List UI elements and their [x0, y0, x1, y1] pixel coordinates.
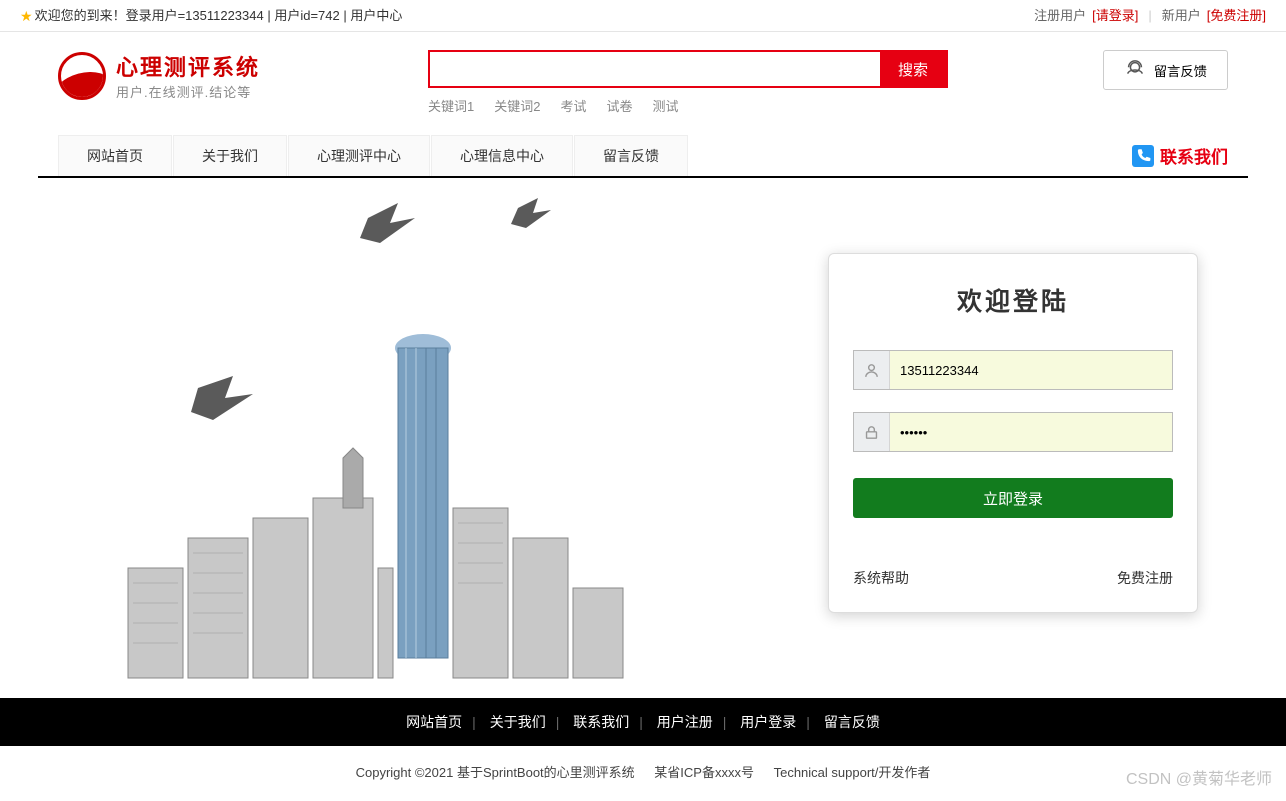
icp-text: 某省ICP备xxxx号 — [654, 765, 754, 780]
login-title: 欢迎登陆 — [853, 282, 1173, 318]
contact-us-link[interactable]: 联系我们 — [1132, 143, 1228, 168]
footer-nav: 网站首页| 关于我们| 联系我们| 用户注册| 用户登录| 留言反馈 — [0, 698, 1286, 746]
footer-link-feedback[interactable]: 留言反馈 — [824, 714, 880, 730]
contact-label: 联系我们 — [1160, 143, 1228, 168]
tech-support-text: Technical support/开发作者 — [774, 765, 931, 780]
logo-title: 心理测评系统 — [116, 50, 260, 82]
login-links: 系统帮助 免费注册 — [853, 568, 1173, 588]
nav-assessment[interactable]: 心理测评中心 — [288, 135, 430, 176]
username-group — [853, 350, 1173, 390]
star-icon: ★ — [20, 0, 33, 32]
footer-link-about[interactable]: 关于我们 — [490, 714, 546, 730]
topbar-right: 注册用户 [请登录] | 新用户 [免费注册] — [1034, 0, 1266, 31]
search-input[interactable] — [430, 52, 880, 86]
footer-link-register[interactable]: 用户注册 — [657, 714, 713, 730]
nav-info[interactable]: 心理信息中心 — [431, 135, 573, 176]
system-help-link[interactable]: 系统帮助 — [853, 568, 909, 588]
password-group — [853, 412, 1173, 452]
footer-link-contact[interactable]: 联系我们 — [573, 714, 629, 730]
login-card: 欢迎登陆 立即登录 系统帮助 免费注册 — [828, 253, 1198, 613]
hero-section: 欢迎登陆 立即登录 系统帮助 免费注册 — [38, 178, 1248, 698]
footer-link-login[interactable]: 用户登录 — [740, 714, 796, 730]
registered-label: 注册用户 — [1034, 0, 1086, 32]
navbar: 网站首页 关于我们 心理测评中心 心理信息中心 留言反馈 联系我们 — [38, 135, 1248, 178]
feedback-block: 留言反馈 — [1103, 50, 1228, 90]
footer-link-home[interactable]: 网站首页 — [406, 714, 462, 730]
keyword-link[interactable]: 测试 — [653, 96, 679, 115]
phone-icon — [1132, 145, 1154, 167]
keywords-row: 关键词1 关键词2 考试 试卷 测试 — [428, 96, 948, 115]
login-submit-button[interactable]: 立即登录 — [853, 478, 1173, 518]
nav-feedback[interactable]: 留言反馈 — [574, 135, 688, 176]
logo-icon — [58, 52, 106, 100]
password-input[interactable] — [890, 413, 1172, 451]
topbar-divider: | — [1148, 0, 1151, 32]
keyword-link[interactable]: 考试 — [560, 96, 586, 115]
nav-about[interactable]: 关于我们 — [173, 135, 287, 176]
free-register-link[interactable]: 免费注册 — [1117, 568, 1173, 588]
keyword-link[interactable]: 试卷 — [606, 96, 632, 115]
logo-subtitle: 用户.在线测评.结论等 — [116, 82, 260, 101]
search-block: 搜索 关键词1 关键词2 考试 试卷 测试 — [428, 50, 948, 115]
register-link[interactable]: [免费注册] — [1207, 0, 1266, 32]
city-illustration — [78, 188, 658, 683]
feedback-label: 留言反馈 — [1154, 61, 1207, 80]
user-icon — [854, 351, 890, 389]
new-user-label: 新用户 — [1162, 0, 1201, 32]
logo-block[interactable]: 心理测评系统 用户.在线测评.结论等 — [58, 50, 428, 101]
search-button[interactable]: 搜索 — [880, 52, 946, 86]
keyword-link[interactable]: 关键词1 — [428, 96, 474, 115]
feedback-button[interactable]: 留言反馈 — [1103, 50, 1228, 90]
username-input[interactable] — [890, 351, 1172, 389]
topbar-left: ★ 欢迎您的到来！登录用户=13511223344 | 用户id=742 | 用… — [20, 0, 402, 31]
headset-icon — [1124, 59, 1146, 81]
keyword-link[interactable]: 关键词2 — [494, 96, 540, 115]
topbar: ★ 欢迎您的到来！登录用户=13511223344 | 用户id=742 | 用… — [0, 0, 1286, 32]
copyright: Copyright ©2021 基于SprintBoot的心里测评系统 某省IC… — [0, 746, 1286, 801]
copyright-text: Copyright ©2021 基于SprintBoot的心里测评系统 — [356, 765, 635, 780]
login-link[interactable]: [请登录] — [1092, 0, 1138, 32]
header: 心理测评系统 用户.在线测评.结论等 搜索 关键词1 关键词2 考试 试卷 测试… — [38, 32, 1248, 115]
nav-home[interactable]: 网站首页 — [58, 135, 172, 176]
lock-icon — [854, 413, 890, 451]
welcome-text[interactable]: 欢迎您的到来！登录用户=13511223344 | 用户id=742 | 用户中… — [35, 0, 403, 32]
